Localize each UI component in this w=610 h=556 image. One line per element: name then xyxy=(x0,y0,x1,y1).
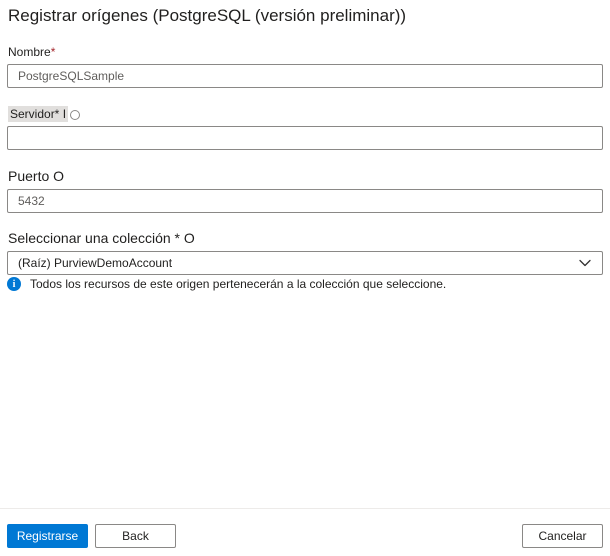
collection-info: i Todos los recursos de este origen pert… xyxy=(7,277,446,291)
server-label-highlight: Servidor* I xyxy=(8,106,69,122)
name-input[interactable] xyxy=(7,64,603,88)
name-label: Nombre* xyxy=(8,45,55,59)
info-icon: i xyxy=(7,277,21,291)
cancel-button[interactable]: Cancelar xyxy=(522,524,603,548)
collection-dropdown[interactable]: (Raíz) PurviewDemoAccount xyxy=(7,251,603,275)
server-label-suffix: I xyxy=(62,107,67,121)
chevron-down-icon xyxy=(579,259,591,267)
register-sources-panel: Registrar orígenes (PostgreSQL (versión … xyxy=(0,0,610,556)
server-input[interactable] xyxy=(7,126,603,150)
port-input[interactable] xyxy=(7,189,603,213)
collection-selected-value: (Raíz) PurviewDemoAccount xyxy=(18,256,173,270)
server-label-text: Servidor* xyxy=(10,107,60,121)
server-label: Servidor* I xyxy=(8,106,81,122)
server-info-icon[interactable] xyxy=(70,109,81,120)
name-label-text: Nombre xyxy=(8,45,51,59)
footer-divider xyxy=(0,508,610,509)
port-label: Puerto O xyxy=(8,168,65,184)
collection-label: Seleccionar una colección * O xyxy=(8,230,195,246)
back-button[interactable]: Back xyxy=(95,524,176,548)
required-marker: * xyxy=(50,45,56,59)
panel-title: Registrar orígenes (PostgreSQL (versión … xyxy=(8,6,407,25)
collection-info-text: Todos los recursos de este origen perten… xyxy=(30,277,447,291)
register-button[interactable]: Registrarse xyxy=(7,524,88,548)
